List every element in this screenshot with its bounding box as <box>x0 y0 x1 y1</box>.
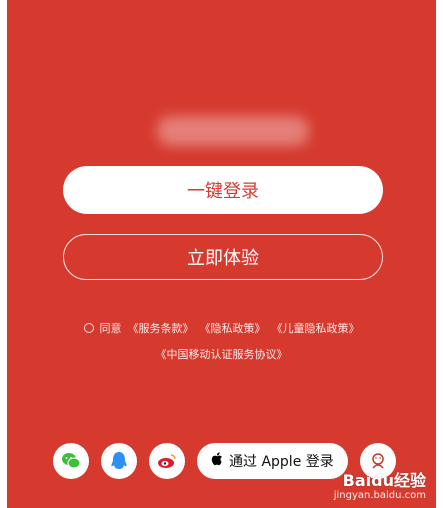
watermark: Baidu经验 jingyan.baidu.com <box>334 471 426 502</box>
weibo-icon <box>158 454 176 468</box>
agree-prefix: 同意 <box>99 322 122 335</box>
child-privacy-link[interactable]: 《儿童隐私政策》 <box>272 320 360 336</box>
apple-login-button[interactable]: 通过 Apple 登录 <box>197 443 348 479</box>
qq-login-button[interactable] <box>101 443 137 479</box>
apple-login-label: 通过 Apple 登录 <box>229 454 334 470</box>
qq-icon <box>111 452 127 469</box>
mascot-icon <box>372 453 384 469</box>
one-click-login-button[interactable]: 一键登录 <box>63 166 383 214</box>
try-now-button[interactable]: 立即体验 <box>63 234 383 280</box>
agreement-row-2: 《中国移动认证服务协议》 <box>7 346 436 362</box>
watermark-brand: Baidu经验 <box>342 470 426 490</box>
apple-icon <box>211 452 223 470</box>
privacy-link[interactable]: 《隐私政策》 <box>200 320 266 336</box>
agree-radio[interactable] <box>83 323 94 333</box>
weibo-login-button[interactable] <box>149 443 185 479</box>
login-screen: 一键登录 立即体验 同意 《服务条款》 《隐私政策》 《儿童隐私政策》 《中国移… <box>7 0 436 508</box>
wechat-login-button[interactable] <box>53 443 89 479</box>
cmcc-agreement-link[interactable]: 《中国移动认证服务协议》 <box>156 348 288 361</box>
wechat-icon <box>62 453 81 469</box>
terms-link[interactable]: 《服务条款》 <box>128 320 194 336</box>
watermark-url: jingyan.baidu.com <box>333 490 426 501</box>
agreement-row: 同意 《服务条款》 《隐私政策》 《儿童隐私政策》 <box>7 320 436 336</box>
blurred-phone-number <box>157 116 309 146</box>
